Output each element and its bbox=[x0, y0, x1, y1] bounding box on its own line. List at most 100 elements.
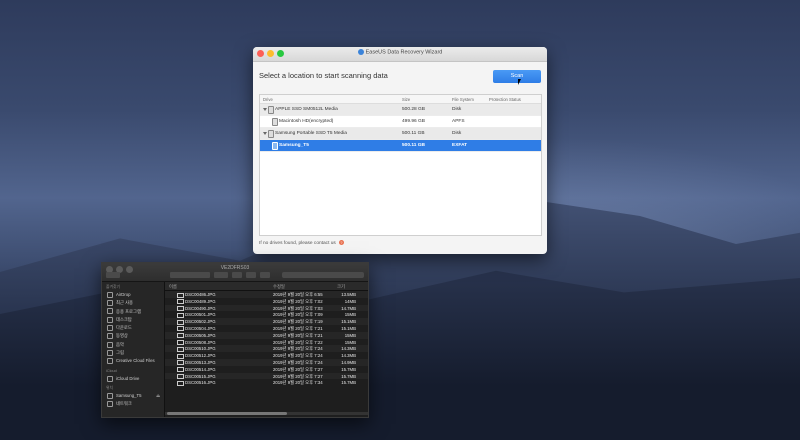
column-file-system[interactable]: File System bbox=[452, 97, 474, 102]
sidebar-item-samsung-t5[interactable]: Samsung_T5 ⏏ bbox=[102, 392, 164, 400]
wizard-header: Select a location to start scanning data… bbox=[253, 62, 547, 90]
wizard-titlebar[interactable]: EaseUS Data Recovery Wizard bbox=[253, 47, 547, 62]
sidebar-item-label: Creative Cloud Files bbox=[116, 358, 155, 364]
file-row[interactable]: DSC00513.JPG 2019년 9월 20일 오후 7:24 14.9MB bbox=[165, 358, 368, 366]
file-row[interactable]: DSC00501.JPG 2019년 9월 20일 오후 7:09 15MB bbox=[165, 311, 368, 318]
sidebar-item-label: 음악 bbox=[116, 341, 124, 347]
file-name: DSC00486.JPG bbox=[185, 292, 216, 297]
share-icon[interactable] bbox=[246, 272, 256, 278]
file-date: 2019년 9월 20일 오후 7:34 bbox=[273, 380, 323, 386]
file-size: 15.1MB bbox=[341, 325, 356, 331]
picture-icon bbox=[107, 349, 113, 356]
tag-icon[interactable] bbox=[260, 272, 270, 278]
file-list: 이름 수정일 크기 DSC00486.JPG 2019년 9월 20일 오후 6:… bbox=[165, 282, 368, 417]
file-row[interactable]: DSC00490.JPG 2019년 9월 20일 오후 7:03 14.7MB bbox=[165, 304, 368, 312]
image-file-icon bbox=[177, 319, 184, 325]
finder-window: VE2DFRS03 즐겨찾기 AirDrop 최근 사용 응용 프로그램 데스크… bbox=[101, 262, 369, 418]
search-input[interactable] bbox=[282, 272, 364, 278]
file-row[interactable]: DSC00514.JPG 2019년 9월 20일 오후 7:27 15.7MB bbox=[165, 366, 368, 373]
sidebar-item-label: 네트워크 bbox=[116, 401, 132, 407]
sidebar-item-creative-cloud[interactable]: Creative Cloud Files bbox=[102, 357, 164, 365]
file-row[interactable]: DSC00504.JPG 2019년 9월 20일 오후 7:21 15.1MB bbox=[165, 325, 368, 332]
usb-disk-icon bbox=[268, 130, 274, 138]
file-rows: DSC00486.JPG 2019년 9월 20일 오후 6:55 13.5MB DS… bbox=[165, 291, 368, 386]
column-date-modified[interactable]: 수정일 bbox=[273, 284, 285, 290]
finder-toolbar[interactable]: VE2DFRS03 bbox=[102, 263, 368, 282]
wizard-window-title: EaseUS Data Recovery Wizard bbox=[253, 49, 547, 55]
file-size: 15.7MB bbox=[341, 366, 356, 372]
drive-size: 500.11 GB bbox=[402, 143, 425, 148]
column-size[interactable]: 크기 bbox=[337, 284, 345, 290]
sidebar-item-downloads[interactable]: 다운로드 bbox=[102, 324, 164, 332]
file-row[interactable]: DSC00515.JPG 2019년 9월 20일 오후 7:27 15.7MB bbox=[165, 372, 368, 380]
sidebar-item-movies[interactable]: 동영상 bbox=[102, 332, 164, 340]
drive-fs: APFS bbox=[452, 119, 465, 124]
disclosure-triangle-icon[interactable] bbox=[263, 108, 267, 111]
group-button[interactable] bbox=[214, 272, 228, 278]
image-file-icon bbox=[177, 353, 184, 359]
file-row[interactable]: DSC00489.JPG 2019년 9월 20일 오후 7:02 14MB bbox=[165, 298, 368, 305]
file-row[interactable]: DSC00508.JPG 2019년 9월 20일 오후 7:22 15MB bbox=[165, 339, 368, 346]
volume-icon bbox=[272, 118, 278, 126]
sidebar-item-pictures[interactable]: 그림 bbox=[102, 349, 164, 357]
sidebar-item-icloud-drive[interactable]: iCloud Drive bbox=[102, 375, 164, 383]
drive-size: 500.11 GB bbox=[402, 131, 425, 136]
drive-fs: Disk bbox=[452, 131, 462, 136]
help-icon[interactable]: ? bbox=[338, 240, 344, 245]
file-name: DSC00505.JPG bbox=[185, 332, 216, 338]
column-name[interactable]: 이름 bbox=[169, 284, 177, 290]
back-forward-buttons[interactable] bbox=[106, 272, 120, 278]
sidebar-section-locations: 위치 bbox=[106, 385, 113, 390]
file-row[interactable]: DSC00486.JPG 2019년 9월 20일 오후 6:55 13.5MB bbox=[165, 291, 368, 298]
drive-row-apple-ssd[interactable]: APPLE SSD SM0512L Media 500.28 GB Disk bbox=[260, 104, 541, 116]
sidebar-item-airdrop[interactable]: AirDrop bbox=[102, 291, 164, 299]
sidebar-item-network[interactable]: 네트워크 bbox=[102, 400, 164, 408]
file-size: 14.3MB bbox=[341, 353, 356, 359]
file-row[interactable]: DSC00505.JPG 2019년 9월 20일 오후 7:21 15MB bbox=[165, 331, 368, 339]
sidebar-item-label: Samsung_T5 bbox=[116, 392, 142, 398]
image-file-icon bbox=[177, 360, 184, 366]
drive-row-samsung-ssd[interactable]: Samsung Portable SSD T5 Media 500.11 GB … bbox=[260, 128, 541, 140]
drive-size: 500.28 GB bbox=[402, 107, 425, 112]
drive-row-macintosh-hd[interactable]: Macintosh HD(encrypted) 499.96 GB APFS bbox=[260, 116, 541, 128]
wizard-title-text: EaseUS Data Recovery Wizard bbox=[365, 49, 443, 56]
finder-sidebar: 즐겨찾기 AirDrop 최근 사용 응용 프로그램 데스크탑 다운로드 동영상… bbox=[102, 282, 165, 417]
horizontal-scrollbar[interactable] bbox=[165, 412, 368, 415]
file-size: 15.7MB bbox=[341, 373, 356, 379]
scan-button[interactable]: Scan bbox=[493, 70, 541, 83]
drive-fs: EXFAT bbox=[452, 143, 468, 148]
airdrop-icon bbox=[107, 291, 113, 298]
sidebar-item-music[interactable]: 음악 bbox=[102, 341, 164, 349]
sidebar-section-icloud: iCloud bbox=[106, 368, 117, 373]
file-row[interactable]: DSC00512.JPG 2019년 9월 20일 오후 7:24 14.3MB bbox=[165, 352, 368, 359]
column-drive[interactable]: Drive bbox=[263, 97, 273, 102]
file-name: DSC00516.JPG bbox=[185, 380, 216, 386]
sidebar-item-recents[interactable]: 최근 사용 bbox=[102, 299, 164, 307]
volume-icon bbox=[272, 142, 278, 150]
sidebar-item-desktop[interactable]: 데스크탑 bbox=[102, 316, 164, 324]
sidebar-item-applications[interactable]: 응용 프로그램 bbox=[102, 308, 164, 316]
file-name: DSC00489.JPG bbox=[185, 298, 216, 304]
page-title: Select a location to start scanning data bbox=[259, 71, 388, 80]
column-protection-status[interactable]: Protection Status bbox=[489, 97, 521, 102]
action-gear-icon[interactable] bbox=[232, 272, 242, 278]
view-mode-buttons[interactable] bbox=[170, 272, 210, 278]
disclosure-triangle-icon[interactable] bbox=[263, 132, 267, 135]
sidebar-section-favorites: 즐겨찾기 bbox=[106, 285, 120, 289]
eject-icon[interactable]: ⏏ bbox=[156, 392, 160, 400]
contact-us-link[interactable]: If no drives found, please contact us bbox=[259, 241, 336, 246]
film-icon bbox=[107, 333, 113, 340]
file-row[interactable]: DSC00510.JPG 2019년 9월 20일 오후 7:24 14.3MB bbox=[165, 345, 368, 353]
file-size: 15MB bbox=[344, 332, 356, 338]
drive-list-header: Drive Size File System Protection Status bbox=[260, 95, 541, 104]
scrollbar-thumb[interactable] bbox=[167, 412, 287, 415]
file-row[interactable]: DSC00502.JPG 2019년 9월 20일 오후 7:19 15.1MB bbox=[165, 318, 368, 325]
drive-icon bbox=[107, 392, 113, 399]
drive-name: Macintosh HD(encrypted) bbox=[279, 119, 334, 124]
drive-name: Samsung Portable SSD T5 Media bbox=[275, 131, 347, 136]
column-size[interactable]: Size bbox=[402, 97, 410, 102]
file-row[interactable]: DSC00516.JPG 2019년 9월 20일 오후 7:34 15.7MB bbox=[165, 379, 368, 386]
easeus-app-icon bbox=[357, 49, 364, 55]
drive-row-samsung-t5[interactable]: Samsung_T5 500.11 GB EXFAT bbox=[260, 140, 541, 152]
folder-icon bbox=[107, 358, 113, 365]
